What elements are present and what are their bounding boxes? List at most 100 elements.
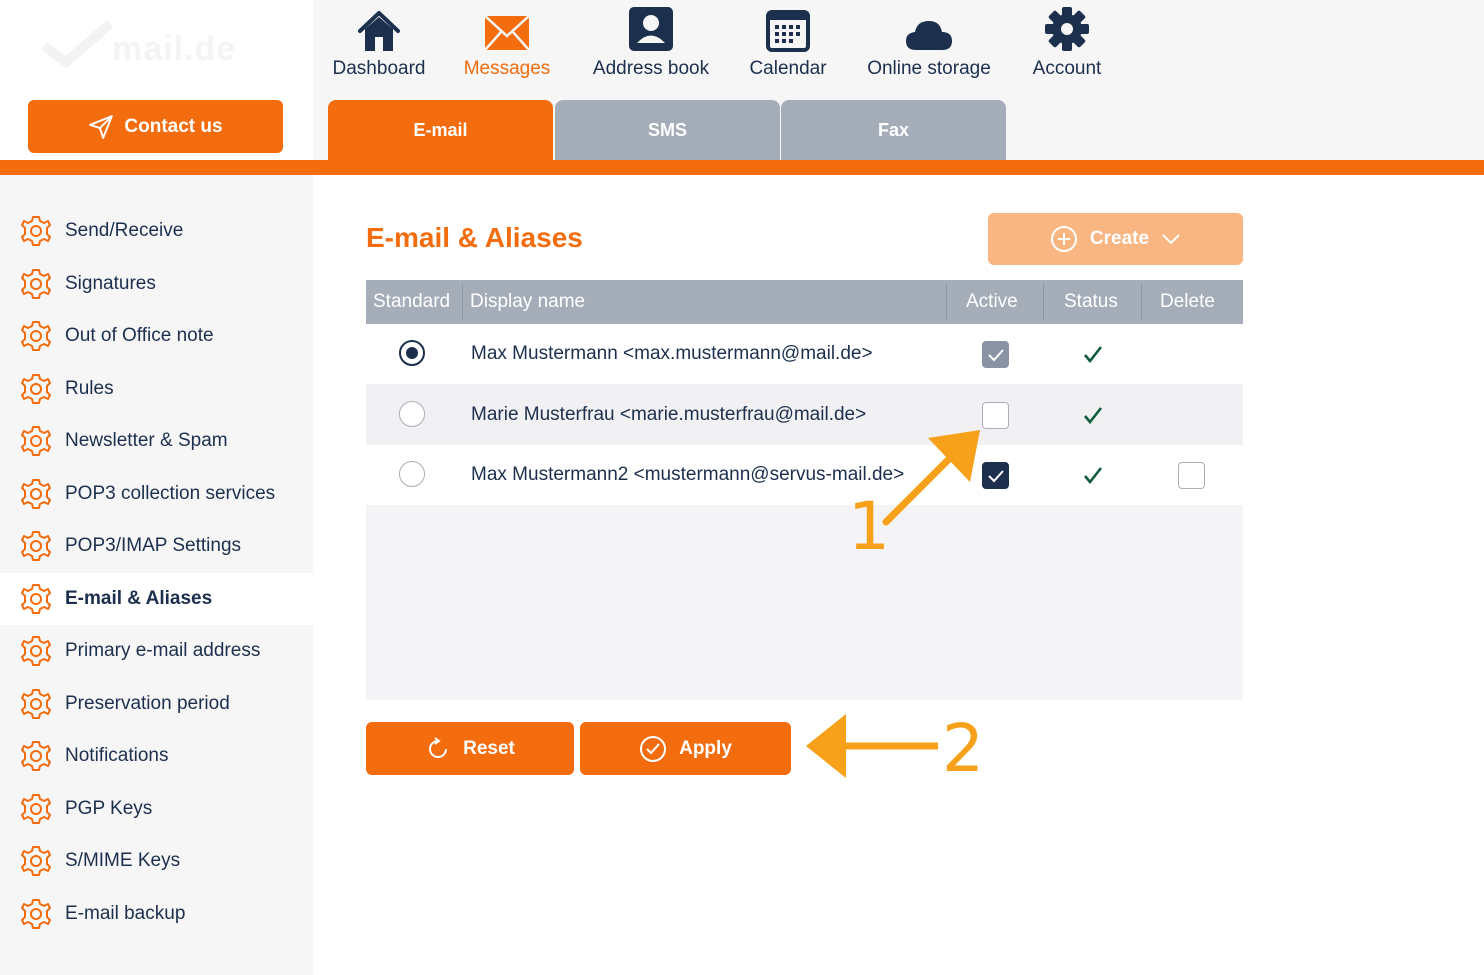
gear-icon [1045, 7, 1089, 51]
gear-icon [20, 583, 52, 615]
check-circle-icon [640, 735, 667, 762]
tab-sms[interactable]: SMS [555, 100, 780, 160]
annotation-arrow-2 [806, 714, 938, 778]
sidebar-item[interactable]: E-mail backup [0, 888, 313, 940]
chevron-down-icon [1162, 234, 1180, 245]
display-name-cell: Max Mustermann <max.mustermann@mail.de> [471, 343, 873, 364]
reset-button-label: Reset [463, 737, 515, 759]
display-name-cell: Max Mustermann2 <mustermann@servus-mail.… [471, 464, 905, 485]
gear-icon [20, 373, 52, 405]
status-ok-icon [1073, 385, 1113, 445]
nav-address-book-label: Address book [592, 58, 710, 79]
contact-card-icon [629, 7, 673, 51]
page-title: E-mail & Aliases [366, 222, 583, 253]
sidebar-item-label: E-mail backup [65, 902, 186, 924]
refresh-icon [429, 736, 448, 758]
annotation-step-2: 2 [942, 710, 984, 787]
apply-button[interactable]: Apply [580, 722, 791, 775]
table-row: Marie Musterfrau <marie.musterfrau@mail.… [366, 385, 1243, 445]
aliases-table-header: Standard Display name Active Status Dele… [366, 280, 1243, 324]
col-display-name-header[interactable]: Display name [470, 280, 585, 324]
sidebar-item[interactable]: Notifications [0, 730, 313, 782]
nav-messages-label: Messages [463, 58, 551, 79]
sidebar-item[interactable]: Primary e-mail address [0, 625, 313, 677]
sidebar-item-label: Newsletter & Spam [65, 430, 228, 451]
sidebar: Send/Receive Signatures Out of Office note… [0, 175, 313, 975]
tab-email[interactable]: E-mail [328, 100, 553, 160]
gear-icon [20, 425, 52, 457]
cloud-icon [906, 21, 952, 50]
nav-address-book[interactable]: Address book [584, 0, 718, 90]
sidebar-item[interactable]: Send/Receive [0, 205, 313, 257]
tab-fax-label: Fax [877, 119, 910, 140]
col-delete-header[interactable]: Delete [1160, 280, 1215, 324]
checkmark-icon [987, 469, 1004, 482]
gear-icon [20, 793, 52, 825]
sidebar-item[interactable]: E-mail & Aliases [0, 572, 313, 625]
calendar-icon [766, 10, 810, 52]
send-icon [89, 114, 114, 139]
sidebar-item[interactable]: Newsletter & Spam [0, 415, 313, 467]
sidebar-item-label: POP3 collection services [65, 482, 276, 504]
sidebar-item[interactable]: POP3 collection services [0, 468, 313, 520]
sidebar-item-label: Send/Receive [65, 220, 184, 241]
sidebar-item-label: POP3/IMAP Settings [65, 535, 242, 556]
aliases-table-body: Max Mustermann <max.mustermann@mail.de> … [366, 324, 1243, 700]
nav-account[interactable]: Account [1026, 0, 1108, 90]
nav-online-storage[interactable]: Online storage [858, 0, 1000, 90]
standard-radio[interactable] [399, 461, 425, 487]
col-status-header[interactable]: Status [1064, 280, 1118, 324]
gear-icon [20, 268, 52, 300]
contact-us-label: Contact us [124, 115, 223, 137]
display-name-cell: Marie Musterfrau <marie.musterfrau@mail.… [471, 404, 867, 425]
tab-fax[interactable]: Fax [781, 100, 1006, 160]
nav-calendar-label: Calendar [749, 58, 827, 79]
gear-icon [20, 215, 52, 247]
column-divider [1043, 284, 1044, 320]
sidebar-item[interactable]: Rules [0, 363, 313, 415]
envelope-icon [484, 15, 530, 51]
nav-dashboard-label: Dashboard [332, 58, 426, 79]
gear-icon [20, 898, 52, 930]
sidebar-item[interactable]: S/MIME Keys [0, 835, 313, 887]
sidebar-item-label: Signatures [65, 272, 156, 294]
sidebar-item[interactable]: Preservation period [0, 678, 313, 730]
sidebar-item-label: Rules [65, 377, 114, 399]
sidebar-item-label: Primary e-mail address [65, 640, 261, 661]
active-checkbox[interactable] [982, 462, 1009, 489]
column-divider [462, 284, 463, 320]
table-row: Max Mustermann <max.mustermann@mail.de> [366, 324, 1243, 384]
tab-email-label: E-mail [413, 119, 468, 140]
create-button[interactable]: Create [988, 213, 1243, 265]
header-divider [0, 160, 1484, 175]
contact-us-button[interactable]: Contact us [28, 100, 283, 153]
delete-checkbox[interactable] [1178, 462, 1205, 489]
reset-button[interactable]: Reset [366, 722, 574, 775]
nav-online-storage-label: Online storage [867, 58, 991, 79]
nav-calendar[interactable]: Calendar [744, 0, 832, 90]
nav-account-label: Account [1032, 58, 1102, 79]
gear-icon [20, 688, 52, 720]
sidebar-item-label: PGP Keys [65, 797, 153, 819]
sidebar-item[interactable]: Out of Office note [0, 310, 313, 362]
logo[interactable]: mail.de [112, 30, 236, 69]
gear-icon [20, 530, 52, 562]
table-row: Max Mustermann2 <mustermann@servus-mail.… [366, 445, 1243, 505]
standard-radio[interactable] [399, 340, 425, 366]
col-standard-header[interactable]: Standard [373, 280, 450, 324]
sidebar-item[interactable]: PGP Keys [0, 783, 313, 835]
sidebar-item[interactable]: POP3/IMAP Settings [0, 520, 313, 572]
gear-icon [20, 478, 52, 510]
nav-dashboard[interactable]: Dashboard [328, 0, 430, 90]
active-checkbox[interactable] [982, 402, 1009, 429]
nav-messages[interactable]: Messages [458, 0, 556, 90]
apply-button-label: Apply [679, 737, 732, 759]
col-active-header[interactable]: Active [966, 280, 1018, 324]
status-ok-icon [1073, 324, 1113, 384]
sidebar-item[interactable]: Signatures [0, 258, 313, 310]
column-divider [1141, 284, 1142, 320]
sidebar-item-label: E-mail & Aliases [65, 587, 213, 609]
standard-radio[interactable] [399, 401, 425, 427]
plus-circle-icon [1050, 226, 1077, 252]
tab-sms-label: SMS [647, 119, 687, 140]
